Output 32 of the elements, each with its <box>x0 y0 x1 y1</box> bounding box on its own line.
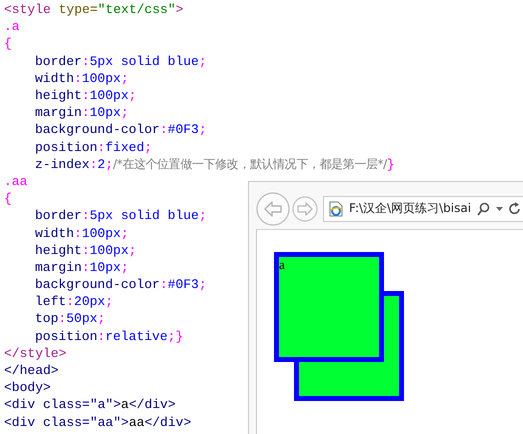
address-text: F:\汉企\网页练习\bisai <box>349 200 472 217</box>
code-line: z-index:2;/*在这个位置做一下修改，默认情况下，都是第一层*/} <box>34 156 395 173</box>
code-line: background-color:#0F3; <box>34 276 207 294</box>
code-line: position:fixed; <box>34 138 152 156</box>
code-line: border:5px solid blue; <box>34 52 207 70</box>
code-line: margin:10px; <box>34 104 129 122</box>
code-line: </style> <box>4 344 66 362</box>
code-line: { <box>4 35 12 53</box>
code-line: margin:10px; <box>34 258 129 276</box>
code-line: position:relative;} <box>34 328 184 345</box>
code-line: <div class="a">a</div> <box>4 396 176 414</box>
code-line: <div class="aa">aa</div> <box>4 414 192 431</box>
code-line: .a <box>4 18 20 36</box>
code-line: { <box>4 190 12 208</box>
code-line: <body> <box>4 379 51 396</box>
search-icon[interactable] <box>477 202 490 216</box>
code-line: .aa <box>4 172 28 190</box>
box-label: a <box>279 257 285 272</box>
refresh-icon[interactable] <box>509 202 522 215</box>
code-line: top:50px; <box>34 310 106 328</box>
code-line: width:100px; <box>34 70 129 87</box>
code-line: width:100px; <box>34 224 129 242</box>
page-icon <box>329 200 343 216</box>
code-line: <style type="text/css"> <box>4 1 184 18</box>
code-line: height:100px; <box>34 87 136 104</box>
code-line: border:5px solid blue; <box>34 207 207 224</box>
code-line: height:100px; <box>34 242 136 259</box>
address-bar[interactable]: F:\汉企\网页练习\bisai <box>323 196 523 222</box>
code-line: background-color:#0F3; <box>34 121 207 138</box>
caret-icon[interactable] <box>496 206 504 210</box>
code-line: </head> <box>4 362 59 380</box>
code-line: left:20px; <box>34 293 114 310</box>
